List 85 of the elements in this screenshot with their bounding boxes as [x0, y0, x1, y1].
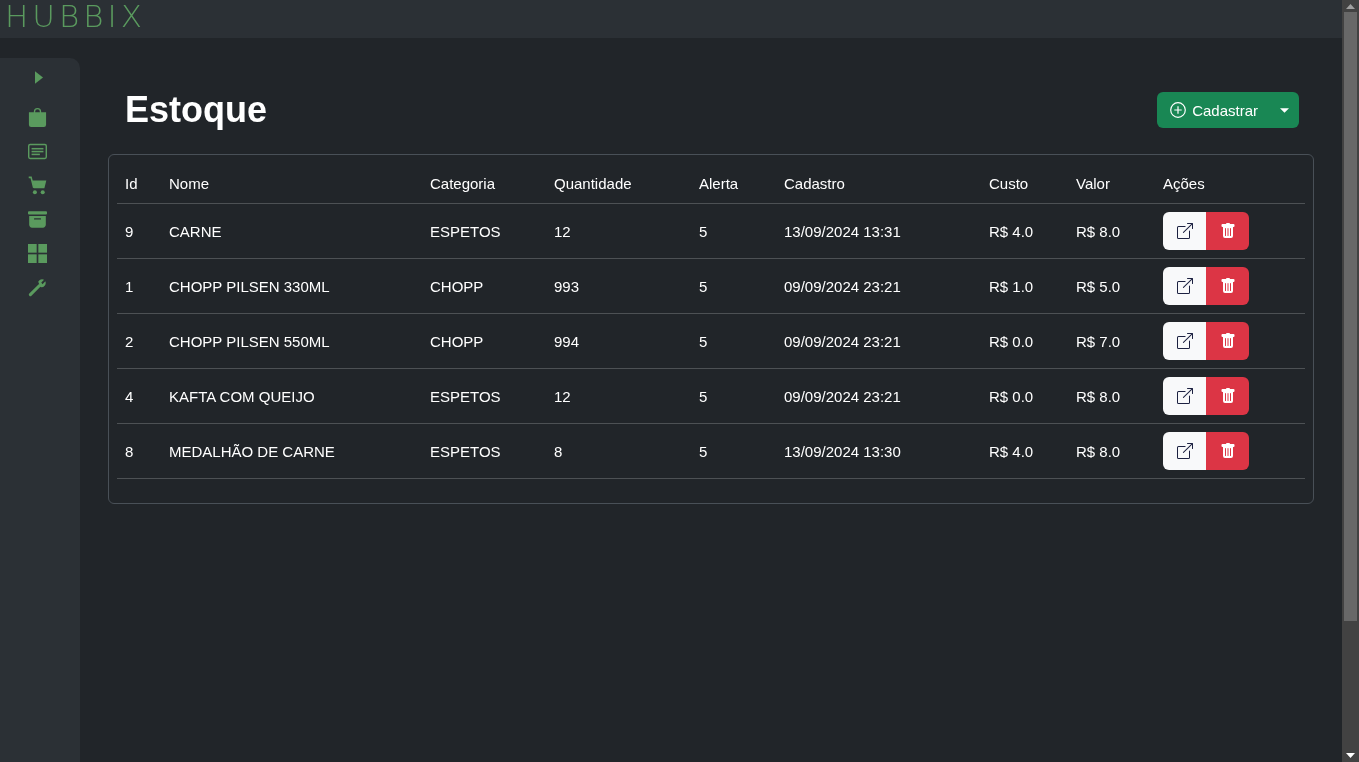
trash-icon: [1219, 333, 1236, 349]
external-link-icon: [1176, 223, 1193, 239]
grid-icon[interactable]: [28, 244, 47, 263]
edit-button[interactable]: [1163, 212, 1206, 250]
column-header: Quantidade: [546, 163, 691, 204]
column-header: Cadastro: [776, 163, 981, 204]
table-cell: MEDALHÃO DE CARNE: [161, 423, 422, 479]
cart-icon[interactable]: [28, 176, 47, 195]
table-cell: 09/09/2024 23:21: [776, 313, 981, 369]
external-link-icon: [1176, 333, 1193, 349]
table-cell: 5: [691, 258, 776, 314]
delete-button[interactable]: [1206, 267, 1249, 305]
edit-button[interactable]: [1163, 377, 1206, 415]
table-cell: ESPETOS: [422, 423, 546, 479]
table-cell: R$ 8.0: [1068, 368, 1155, 424]
table-cell: 13/09/2024 13:31: [776, 203, 981, 259]
delete-button[interactable]: [1206, 212, 1249, 250]
table-cell: CARNE: [161, 203, 422, 259]
edit-button[interactable]: [1163, 432, 1206, 470]
trash-icon: [1219, 223, 1236, 239]
table-cell: ESPETOS: [422, 203, 546, 259]
table-cell: 5: [691, 368, 776, 424]
table-cell: R$ 8.0: [1068, 423, 1155, 479]
table-cell: 12: [546, 368, 691, 424]
external-link-icon: [1176, 388, 1193, 404]
table-cell: CHOPP: [422, 258, 546, 314]
table-cell: 09/09/2024 23:21: [776, 258, 981, 314]
dropdown-toggle-button[interactable]: [1270, 92, 1299, 128]
table-cell: R$ 8.0: [1068, 203, 1155, 259]
table-cell: R$ 5.0: [1068, 258, 1155, 314]
scrollbar-thumb[interactable]: [1344, 12, 1357, 621]
table-cell: 09/09/2024 23:21: [776, 368, 981, 424]
table-cell: R$ 0.0: [981, 368, 1068, 424]
column-header: Nome: [161, 163, 422, 204]
column-header: Custo: [981, 163, 1068, 204]
scroll-up-arrow-icon[interactable]: [1346, 4, 1355, 9]
trash-icon: [1219, 388, 1236, 404]
table-cell: 5: [691, 423, 776, 479]
table-cell: R$ 1.0: [981, 258, 1068, 314]
table-cell: 5: [691, 203, 776, 259]
edit-button[interactable]: [1163, 322, 1206, 360]
table-cell: 8: [546, 423, 691, 479]
table-cell: 8: [117, 423, 161, 479]
table-cell: R$ 4.0: [981, 423, 1068, 479]
table-cell: CHOPP PILSEN 330ML: [161, 258, 422, 314]
table-cell: ESPETOS: [422, 368, 546, 424]
column-header: Ações: [1155, 163, 1305, 204]
scroll-down-arrow-icon[interactable]: [1346, 753, 1355, 758]
table-cell: KAFTA COM QUEIJO: [161, 368, 422, 424]
register-button[interactable]: Cadastrar: [1157, 92, 1270, 128]
table-cell: 13/09/2024 13:30: [776, 423, 981, 479]
wrench-icon[interactable]: [28, 278, 47, 297]
table-cell: CHOPP: [422, 313, 546, 369]
trash-icon: [1219, 278, 1236, 294]
page-title: Estoque: [125, 90, 267, 130]
plus-circle-icon: [1170, 102, 1187, 118]
edit-button[interactable]: [1163, 267, 1206, 305]
table-cell: R$ 0.0: [981, 313, 1068, 369]
column-header: Id: [117, 163, 161, 204]
text-card-icon[interactable]: [28, 142, 47, 161]
table-cell: 993: [546, 258, 691, 314]
column-header: Alerta: [691, 163, 776, 204]
table-cell: 5: [691, 313, 776, 369]
table-cell: 12: [546, 203, 691, 259]
table-cell: 2: [117, 313, 161, 369]
delete-button[interactable]: [1206, 432, 1249, 470]
external-link-icon: [1176, 278, 1193, 294]
column-header: Categoria: [422, 163, 546, 204]
delete-button[interactable]: [1206, 377, 1249, 415]
table-cell: 994: [546, 313, 691, 369]
caret-right-icon[interactable]: [35, 71, 43, 84]
table-cell: 9: [117, 203, 161, 259]
delete-button[interactable]: [1206, 322, 1249, 360]
trash-icon: [1219, 443, 1236, 459]
table-cell: CHOPP PILSEN 550ML: [161, 313, 422, 369]
table-cell: R$ 4.0: [981, 203, 1068, 259]
external-link-icon: [1176, 443, 1193, 459]
table-cell: 1: [117, 258, 161, 314]
table-cell: R$ 7.0: [1068, 313, 1155, 369]
column-header: Valor: [1068, 163, 1155, 204]
bag-icon[interactable]: [28, 108, 47, 127]
archive-box-icon[interactable]: [28, 210, 47, 229]
table-cell: 4: [117, 368, 161, 424]
caret-down-icon: [1280, 107, 1289, 113]
logo: HUBBIX: [5, 0, 146, 32]
